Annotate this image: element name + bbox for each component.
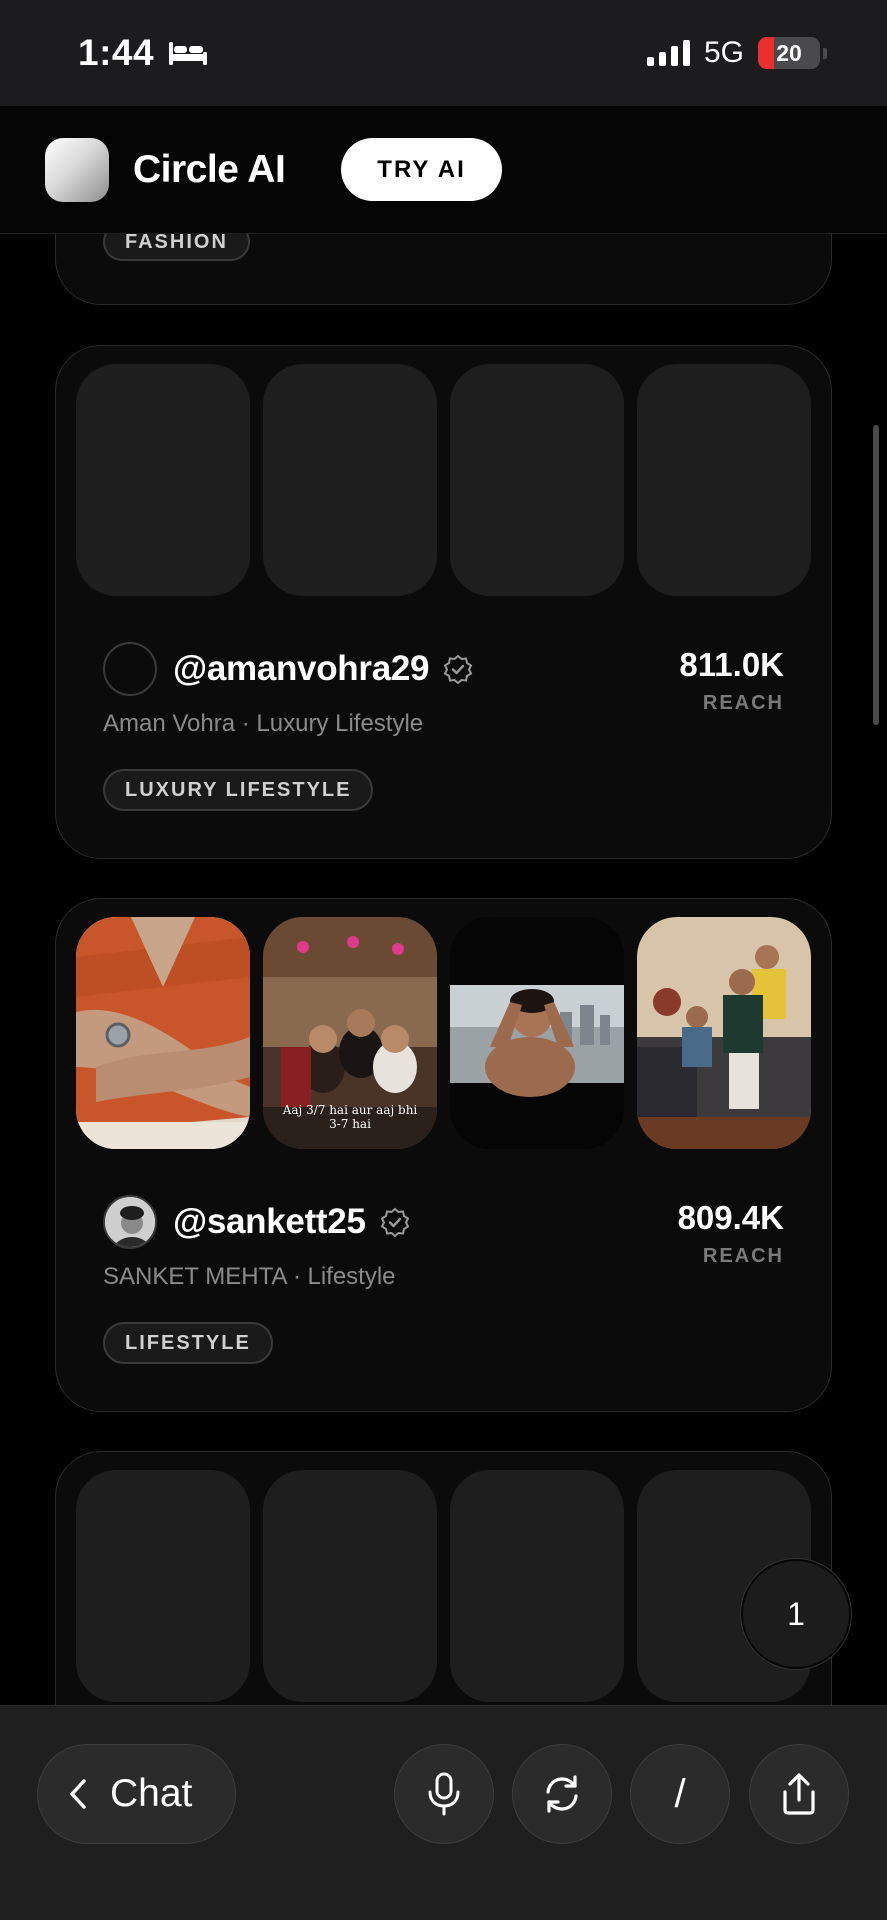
influencer-subtitle: SANKET MEHTA · Lifestyle [103, 1263, 396, 1290]
handle-row: @sankett25 [103, 1195, 410, 1249]
handle-row: @amanvohra29 [103, 642, 473, 696]
reach-label: REACH [702, 692, 784, 714]
chat-label: Chat [110, 1772, 193, 1815]
page-count-badge[interactable]: 1 [741, 1559, 851, 1669]
post-thumbnail[interactable] [450, 364, 624, 596]
app-logo[interactable] [45, 137, 109, 202]
brand-name: Circle AI [133, 147, 286, 191]
back-to-chat-button[interactable]: Chat [37, 1744, 236, 1844]
post-thumbnail[interactable] [263, 364, 437, 596]
reach-label: REACH [702, 1245, 784, 1267]
network-type: 5G [703, 36, 744, 69]
refresh-button[interactable] [512, 1744, 612, 1844]
microphone-icon [428, 1772, 460, 1816]
influencer-card[interactable]: Aaj 3/7 hai aur aaj bhi 3-7 hai @sankett… [55, 898, 832, 1412]
category-tag[interactable]: LUXURY LIFESTYLE [103, 769, 374, 811]
screen: 1:44 5G 20 Circle AI TRY AI FASHION @ama… [0, 0, 887, 1920]
post-thumbnails [76, 364, 811, 596]
influencer-handle[interactable]: @sankett25 [173, 1202, 366, 1242]
battery-icon: 20 [758, 37, 820, 69]
status-bar: 1:44 5G 20 [0, 0, 887, 106]
post-thumbnail[interactable] [637, 917, 811, 1149]
bed-icon [168, 40, 208, 66]
verified-icon [443, 654, 473, 684]
svg-text:3-7 hai: 3-7 hai [329, 1117, 371, 1131]
slash-label: / [674, 1771, 686, 1816]
status-indicators: 5G 20 [646, 36, 827, 70]
microphone-button[interactable] [394, 1744, 494, 1844]
post-thumbnail[interactable] [450, 917, 624, 1149]
battery-level: 20 [776, 39, 802, 66]
influencer-card[interactable]: @amanvohra29 Aman Vohra · Luxury Lifesty… [55, 345, 832, 859]
post-thumbnail[interactable] [637, 364, 811, 596]
post-thumbnail[interactable] [76, 364, 250, 596]
post-thumbnail[interactable] [263, 1470, 437, 1702]
app-header: Circle AI TRY AI [0, 106, 887, 234]
influencer-handle[interactable]: @amanvohra29 [173, 649, 430, 689]
reach-value: 809.4K [677, 1199, 784, 1236]
post-thumbnails [76, 1470, 811, 1702]
scrollbar[interactable] [873, 425, 879, 725]
post-thumbnail[interactable] [76, 917, 250, 1149]
post-thumbnail[interactable] [76, 1470, 250, 1702]
share-button[interactable] [749, 1744, 849, 1844]
verified-icon [380, 1207, 409, 1237]
chevron-left-icon [70, 1779, 86, 1809]
refresh-icon [546, 1775, 578, 1813]
post-thumbnail[interactable] [450, 1470, 624, 1702]
status-time: 1:44 [78, 32, 155, 73]
reach-value: 811.0K [679, 646, 784, 683]
avatar[interactable] [103, 642, 157, 696]
signal-icon [646, 40, 690, 66]
post-thumbnails: Aaj 3/7 hai aur aaj bhi 3-7 hai [76, 917, 811, 1149]
avatar[interactable] [103, 1195, 157, 1249]
thumbnail-caption: Aaj 3/7 hai aur aaj bhi [282, 1103, 418, 1117]
slash-command-button[interactable]: / [630, 1744, 730, 1844]
share-icon [783, 1773, 815, 1815]
post-thumbnail[interactable]: Aaj 3/7 hai aur aaj bhi 3-7 hai [263, 917, 437, 1149]
category-tag[interactable]: LIFESTYLE [103, 1322, 273, 1364]
try-ai-button[interactable]: TRY AI [341, 138, 502, 201]
influencer-subtitle: Aman Vohra · Luxury Lifestyle [103, 710, 424, 737]
bottom-toolbar: Chat / [0, 1705, 887, 1920]
